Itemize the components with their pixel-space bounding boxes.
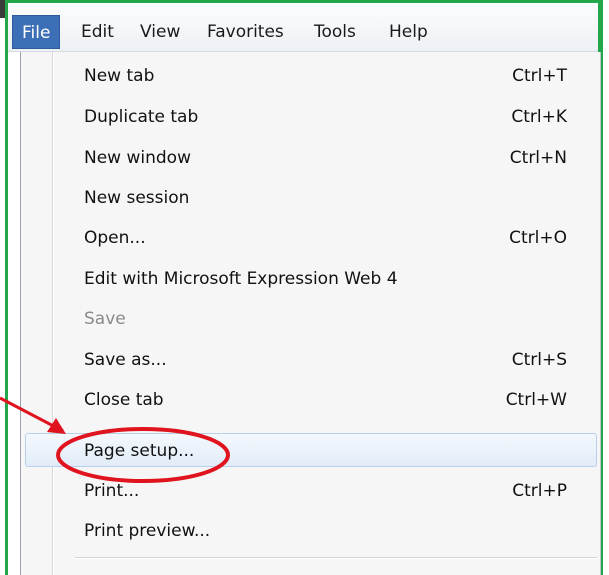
menu-item-label: Open... [84, 228, 146, 248]
menu-item-save: Save [54, 302, 597, 336]
menu-item-edit-with-expression-web[interactable]: Edit with Microsoft Expression Web 4 [54, 262, 597, 296]
menu-item-print[interactable]: Print... Ctrl+P [54, 474, 597, 508]
menu-item-shortcut: Ctrl+P [512, 481, 567, 501]
menu-help[interactable]: Help [380, 15, 437, 49]
menu-item-page-setup[interactable]: Page setup... [25, 433, 597, 467]
menu-item-label: New session [84, 188, 190, 208]
menu-view[interactable]: View [131, 15, 189, 49]
menu-item-label: New window [84, 148, 191, 168]
menu-item-shortcut: Ctrl+O [509, 228, 567, 248]
menu-item-label: Print... [84, 481, 140, 501]
menu-item-shortcut: Ctrl+W [505, 390, 567, 410]
window-frame-left [5, 0, 8, 575]
menu-item-new-tab[interactable]: New tab Ctrl+T [54, 59, 597, 93]
menu-separator-highlight [75, 558, 597, 559]
menu-tools[interactable]: Tools [305, 15, 365, 49]
menu-item-label: Print preview... [84, 521, 211, 541]
menu-file[interactable]: File [12, 15, 61, 49]
menu-item-shortcut: Ctrl+K [511, 107, 567, 127]
menu-item-label: New tab [84, 66, 155, 86]
menu-item-open[interactable]: Open... Ctrl+O [54, 221, 597, 255]
menu-item-label: Duplicate tab [84, 107, 199, 127]
menu-item-label: Save [84, 309, 126, 329]
menu-item-shortcut: Ctrl+T [512, 66, 567, 86]
menu-item-duplicate-tab[interactable]: Duplicate tab Ctrl+K [54, 100, 597, 134]
menu-item-new-window[interactable]: New window Ctrl+N [54, 141, 597, 175]
menu-item-print-preview[interactable]: Print preview... [54, 514, 597, 548]
menu-item-label: Edit with Microsoft Expression Web 4 [84, 269, 398, 289]
screenshot-stage: File Edit View Favorites Tools Help New … [0, 0, 609, 575]
menu-item-new-session[interactable]: New session [54, 181, 597, 215]
menu-item-label: Save as... [84, 350, 167, 370]
menu-favorites[interactable]: Favorites [198, 15, 293, 49]
menu-item-shortcut: Ctrl+S [511, 350, 567, 370]
menu-edit[interactable]: Edit [72, 15, 123, 49]
menu-item-shortcut: Ctrl+N [509, 148, 567, 168]
menu-bar: File Edit View Favorites Tools Help [8, 3, 598, 52]
menu-item-label: Page setup... [84, 441, 195, 461]
menu-item-label: Close tab [84, 390, 164, 410]
menu-item-save-as[interactable]: Save as... Ctrl+S [54, 343, 597, 377]
menu-item-close-tab[interactable]: Close tab Ctrl+W [54, 383, 597, 417]
